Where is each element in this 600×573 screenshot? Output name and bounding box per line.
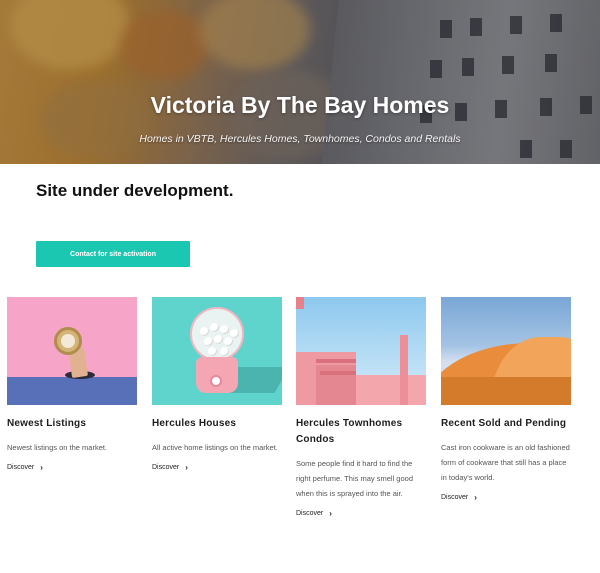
card-title[interactable]: Newest Listings [7,416,137,432]
hero-banner: Victoria By The Bay Homes Homes in VBTB,… [0,0,600,164]
discover-label: Discover [441,494,469,501]
card-title[interactable]: Hercules Townhomes Condos [296,416,426,448]
discover-link[interactable]: Discover › [7,463,137,472]
card-description: Some people find it hard to find the rig… [296,459,413,498]
clock-image[interactable] [7,297,137,405]
site-title: Victoria By The Bay Homes [150,92,450,118]
discover-link[interactable]: Discover › [152,463,282,472]
chevron-right-icon: › [185,463,188,472]
discover-link[interactable]: Discover › [296,509,426,518]
card-description: Newest listings on the market. [7,443,108,452]
card-newest-listings: Newest Listings Newest listings on the m… [7,297,137,472]
site-subtitle: Homes in VBTB, Hercules Homes, Townhomes… [139,133,461,145]
gumball-machine-image[interactable] [152,297,282,405]
desert-dune-image[interactable] [441,297,571,405]
contact-activation-button[interactable]: Contact for site activation [36,241,190,267]
pink-building-image[interactable] [296,297,426,405]
discover-label: Discover [7,464,35,471]
card-title[interactable]: Recent Sold and Pending [441,416,571,432]
card-hercules-houses: Hercules Houses All active home listings… [152,297,282,472]
card-description: All active home listings on the market. [152,443,278,452]
card-title[interactable]: Hercules Houses [152,416,282,432]
card-description: Cast iron cookware is an old fashioned f… [441,443,570,482]
chevron-right-icon: › [474,493,477,502]
discover-label: Discover [296,510,324,517]
chevron-right-icon: › [40,463,43,472]
discover-link[interactable]: Discover › [441,493,571,502]
chevron-right-icon: › [329,509,332,518]
discover-label: Discover [152,464,180,471]
card-recent-sold: Recent Sold and Pending Cast iron cookwa… [441,297,571,502]
card-hercules-townhomes: Hercules Townhomes Condos Some people fi… [296,297,426,518]
development-notice: Site under development. [36,181,234,200]
